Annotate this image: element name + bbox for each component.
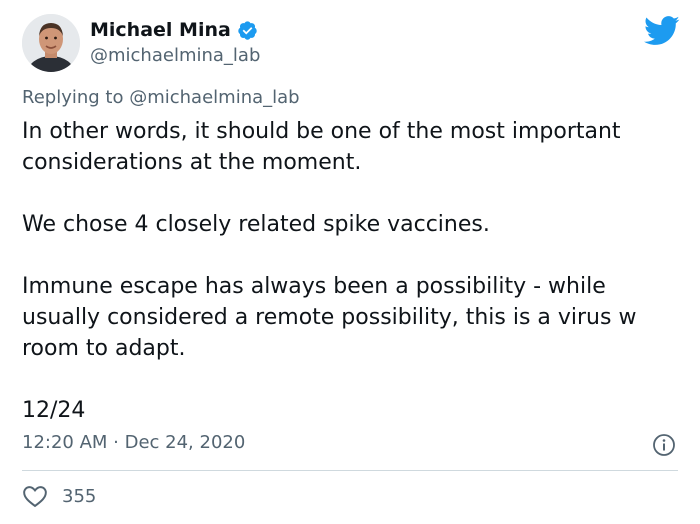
twitter-bird-icon[interactable] xyxy=(644,16,680,46)
tweet-timestamp[interactable]: 12:20 AM · Dec 24, 2020 xyxy=(22,432,245,453)
author-name-row[interactable]: Michael Mina xyxy=(90,19,258,41)
verified-badge-icon xyxy=(238,20,257,40)
profile-photo xyxy=(22,14,80,72)
tweet-paragraph: Immune escape has always been a possibil… xyxy=(22,274,637,361)
tweet-paragraph: In other words, it should be one of the … xyxy=(22,119,621,175)
info-icon[interactable] xyxy=(652,433,676,457)
like-row[interactable]: 355 xyxy=(22,484,96,508)
avatar[interactable] xyxy=(22,14,80,72)
divider xyxy=(22,470,678,471)
replying-to-handle[interactable]: @michaelmina_lab xyxy=(129,87,299,108)
replying-to: Replying to @michaelmina_lab xyxy=(22,87,300,108)
tweet-body: In other words, it should be one of the … xyxy=(22,116,682,426)
heart-icon[interactable] xyxy=(22,484,48,508)
author-display-name[interactable]: Michael Mina xyxy=(90,19,231,41)
replying-to-label: Replying to xyxy=(22,87,124,108)
tweet-paragraph: We chose 4 closely related spike vaccine… xyxy=(22,212,490,237)
author-handle[interactable]: @michaelmina_lab xyxy=(90,45,260,66)
tweet-thread-count: 12/24 xyxy=(22,398,86,423)
like-count: 355 xyxy=(62,485,97,507)
